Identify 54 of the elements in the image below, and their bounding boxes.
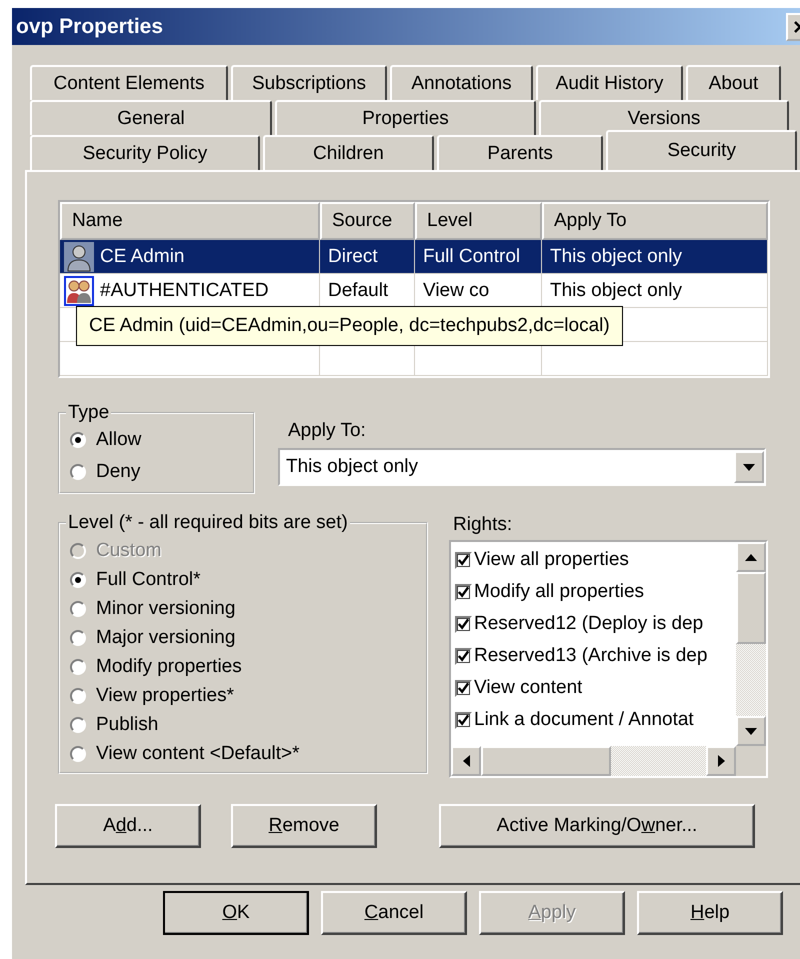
apply-to-label: Apply To: [287,420,367,442]
tab[interactable]: Audit History [536,65,683,100]
checkbox-label: Modify all properties [474,581,644,603]
cell-text: Default [328,280,388,302]
radio-label: Minor versioning [96,598,236,620]
tab[interactable]: General [30,100,272,135]
checkbox-label: Link a document / Annotat [474,709,694,731]
tab[interactable]: Security Policy [30,135,260,170]
tab[interactable]: Versions [539,100,789,135]
cell-text: CE Admin [100,246,184,268]
group-title: Type [67,402,110,424]
checkbox-label: Reserved12 (Deploy is dep [474,613,704,635]
tab[interactable]: Children [262,135,434,170]
radio-label: Full Control* [96,568,201,590]
tab[interactable]: Properties [275,100,536,135]
column-header[interactable]: Name [60,202,320,240]
tab[interactable]: Subscriptions [231,65,387,100]
cell-text: This object only [550,280,682,302]
cell-text: Full Control [423,246,520,268]
cell-text: This object only [550,246,682,268]
dialog-button[interactable]: Cancel [321,891,467,935]
tab[interactable]: Security [606,130,797,170]
cell-text: View co [423,280,490,302]
radio-label: Major versioning [96,626,236,648]
cell-text: #AUTHENTICATED [100,280,269,302]
radio-label: Modify properties [96,656,242,678]
tooltip: CE Admin (uid=CEAdmin,ou=People, dc=techpubs2,dc=local) [76,306,623,346]
radio-label: Custom [96,540,162,562]
radio-label: Allow [96,429,142,451]
checkbox-label: View all properties [474,549,629,571]
tab[interactable]: Content Elements [30,65,228,100]
tab[interactable]: About [686,65,781,100]
dialog-button[interactable]: Remove [231,804,377,848]
cell-text: Direct [328,246,378,268]
dialog-button[interactable]: Add... [55,804,201,848]
radio-label: Deny [96,461,140,483]
dialog-button[interactable]: Active Marking/Owner... [439,804,755,848]
radio-label: View properties* [96,684,234,706]
radio-label: Publish [96,714,158,736]
dialog-button[interactable]: Help [637,891,783,935]
tab[interactable]: Parents [437,135,604,170]
checkbox-label: View content [474,677,582,699]
group-title: Level (* - all required bits are set) [67,512,349,534]
window-title: ovp Properties [16,14,164,38]
radio-label: View content <Default>* [96,742,300,764]
column-header[interactable]: Level [415,202,542,240]
dialog-button[interactable]: OK [163,891,309,935]
table-row[interactable]: CE Admin Direct Full Control This object only [60,240,768,274]
rights-label: Rights: [452,514,514,536]
column-header[interactable]: Source [320,202,415,240]
column-header[interactable]: Apply To [542,202,768,240]
tab[interactable]: Annotations [390,65,533,100]
apply-to-dropdown[interactable]: This object only [278,448,766,486]
checkbox-label: Reserved13 (Archive is dep [474,645,708,667]
